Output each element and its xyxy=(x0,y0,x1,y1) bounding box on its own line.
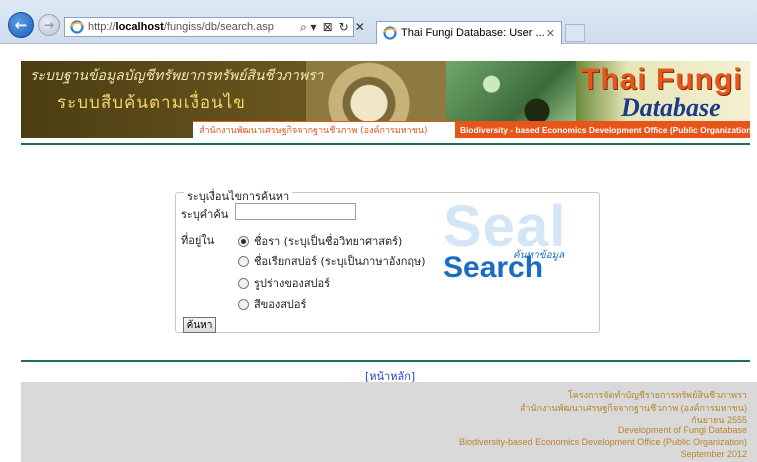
close-tab-icon[interactable]: ✕ xyxy=(546,27,555,40)
footer-line: Development of Fungi Database xyxy=(617,425,747,435)
footer-line: โครงการจัดทำบัญชีรายการทรัพย์สินชีวภาพรา xyxy=(567,390,747,400)
ie-icon xyxy=(383,26,397,40)
back-button[interactable]: ← xyxy=(8,12,34,38)
radio-spore-shape[interactable]: รูปร่างของสปอร์ xyxy=(238,274,330,292)
radio-spore-color[interactable]: สีของสปอร์ xyxy=(238,295,306,313)
seal-search-logo: Seal ค้นหาข้อมูล Search xyxy=(443,198,573,308)
search-button[interactable]: ค้นหา xyxy=(183,317,216,333)
address-url: http://localhost/fungiss/db/search.asp xyxy=(88,21,274,33)
search-dropdown-icon[interactable]: ⌕ ▾ xyxy=(300,20,317,35)
organization-english: Biodiversity - based Economics Developme… xyxy=(455,121,750,138)
compatibility-icon[interactable]: ⊠ xyxy=(323,20,333,34)
keyword-input[interactable] xyxy=(235,203,356,220)
brand-logo-thai-fungi: Thai Fungi xyxy=(581,63,743,96)
radio-label: ชื่อเรียกสปอร์ (ระบุเป็นภาษาอังกฤษ) xyxy=(254,255,426,268)
header-banner: ระบบฐานข้อมูลบัญชีทรัพยากรทรัพย์สินชีวภา… xyxy=(21,61,750,138)
brand-logo-database: Database xyxy=(621,93,721,122)
radio-label: รูปร่างของสปอร์ xyxy=(254,277,331,290)
address-tools: ⌕ ▾ ⊠ ↻ ✕ xyxy=(300,17,365,37)
organization-thai: สำนักงานพัฒนาเศรษฐกิจจากฐานชีวภาพ (องค์ก… xyxy=(193,121,455,138)
radio-button-checked[interactable] xyxy=(238,235,249,247)
browser-toolbar: ← → http://localhost/fungiss/db/search.a… xyxy=(0,0,757,44)
radio-button[interactable] xyxy=(238,255,249,267)
footer-line: Biodiversity-based Economics Development… xyxy=(459,437,747,447)
forward-arrow-icon: → xyxy=(43,18,55,32)
ie-icon xyxy=(70,20,84,34)
search-in-label: ที่อยู่ใน xyxy=(181,234,215,247)
search-logo-text: Search xyxy=(443,251,544,284)
divider xyxy=(21,143,750,145)
footer-line: September 2012 xyxy=(680,449,747,459)
radio-button[interactable] xyxy=(238,277,249,289)
tab-title: Thai Fungi Database: User ... xyxy=(401,27,545,39)
banner-thai-subtitle: ระบบสืบค้นตามเงื่อนไข xyxy=(57,93,246,113)
new-tab-button[interactable] xyxy=(565,24,585,42)
forward-button[interactable]: → xyxy=(38,14,60,36)
tab-thai-fungi[interactable]: Thai Fungi Database: User ... ✕ xyxy=(376,21,562,44)
back-arrow-icon: ← xyxy=(14,16,28,34)
keyword-label: ระบุคำค้น xyxy=(181,208,229,221)
stop-icon[interactable]: ✕ xyxy=(355,20,365,34)
radio-fungus-name[interactable]: ชื่อรา (ระบุเป็นชื่อวิทยาศาสตร์) xyxy=(238,232,402,250)
radio-label: ชื่อรา (ระบุเป็นชื่อวิทยาศาสตร์) xyxy=(254,235,403,248)
footer: โครงการจัดทำบัญชีรายการทรัพย์สินชีวภาพรา… xyxy=(21,382,757,462)
divider xyxy=(21,360,750,362)
banner-thai-title: ระบบฐานข้อมูลบัญชีทรัพยากรทรัพย์สินชีวภา… xyxy=(30,68,324,84)
refresh-icon[interactable]: ↻ xyxy=(339,20,349,34)
radio-button[interactable] xyxy=(238,298,249,310)
radio-spore-name[interactable]: ชื่อเรียกสปอร์ (ระบุเป็นภาษาอังกฤษ) xyxy=(238,252,426,270)
radio-label: สีของสปอร์ xyxy=(254,298,307,311)
page: ระบบฐานข้อมูลบัญชีทรัพยากรทรัพย์สินชีวภา… xyxy=(0,45,757,462)
